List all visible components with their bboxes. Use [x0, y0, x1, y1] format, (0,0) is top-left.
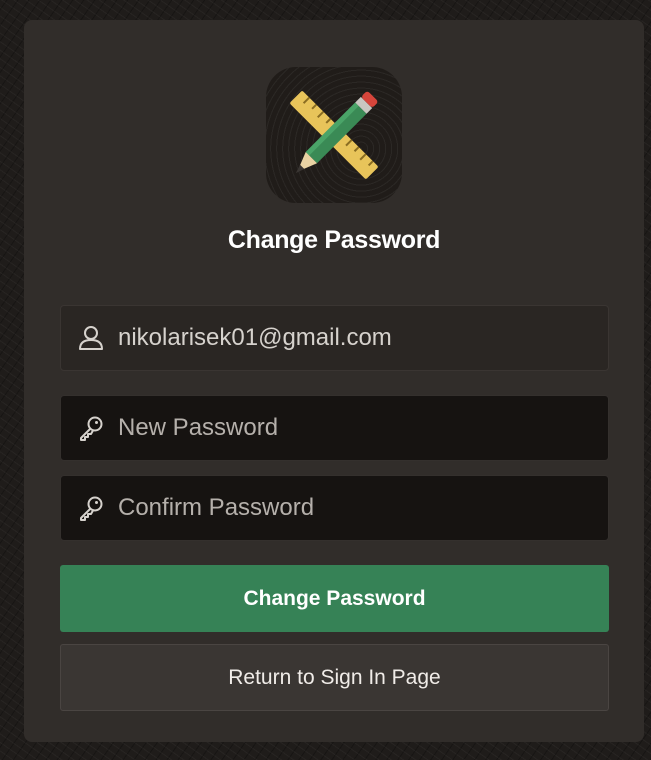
confirm-password-field[interactable] — [60, 475, 609, 541]
change-password-button[interactable]: Change Password — [60, 565, 609, 632]
page-title: Change Password — [227, 226, 441, 254]
new-password-field[interactable] — [60, 395, 609, 461]
username-value: nikolarisek01@gmail.com — [118, 324, 392, 351]
key-icon — [80, 416, 103, 441]
confirm-password-input[interactable] — [118, 494, 578, 522]
pencil-ruler-icon — [290, 91, 378, 179]
user-icon — [79, 326, 103, 350]
login-card: Change Password nikolarisek01@gmail.com … — [24, 20, 644, 742]
new-password-input[interactable] — [118, 414, 578, 442]
app-logo — [266, 67, 402, 203]
username-field[interactable]: nikolarisek01@gmail.com — [60, 305, 609, 371]
key-icon — [80, 496, 103, 521]
return-to-sign-in-button[interactable]: Return to Sign In Page — [60, 644, 609, 711]
